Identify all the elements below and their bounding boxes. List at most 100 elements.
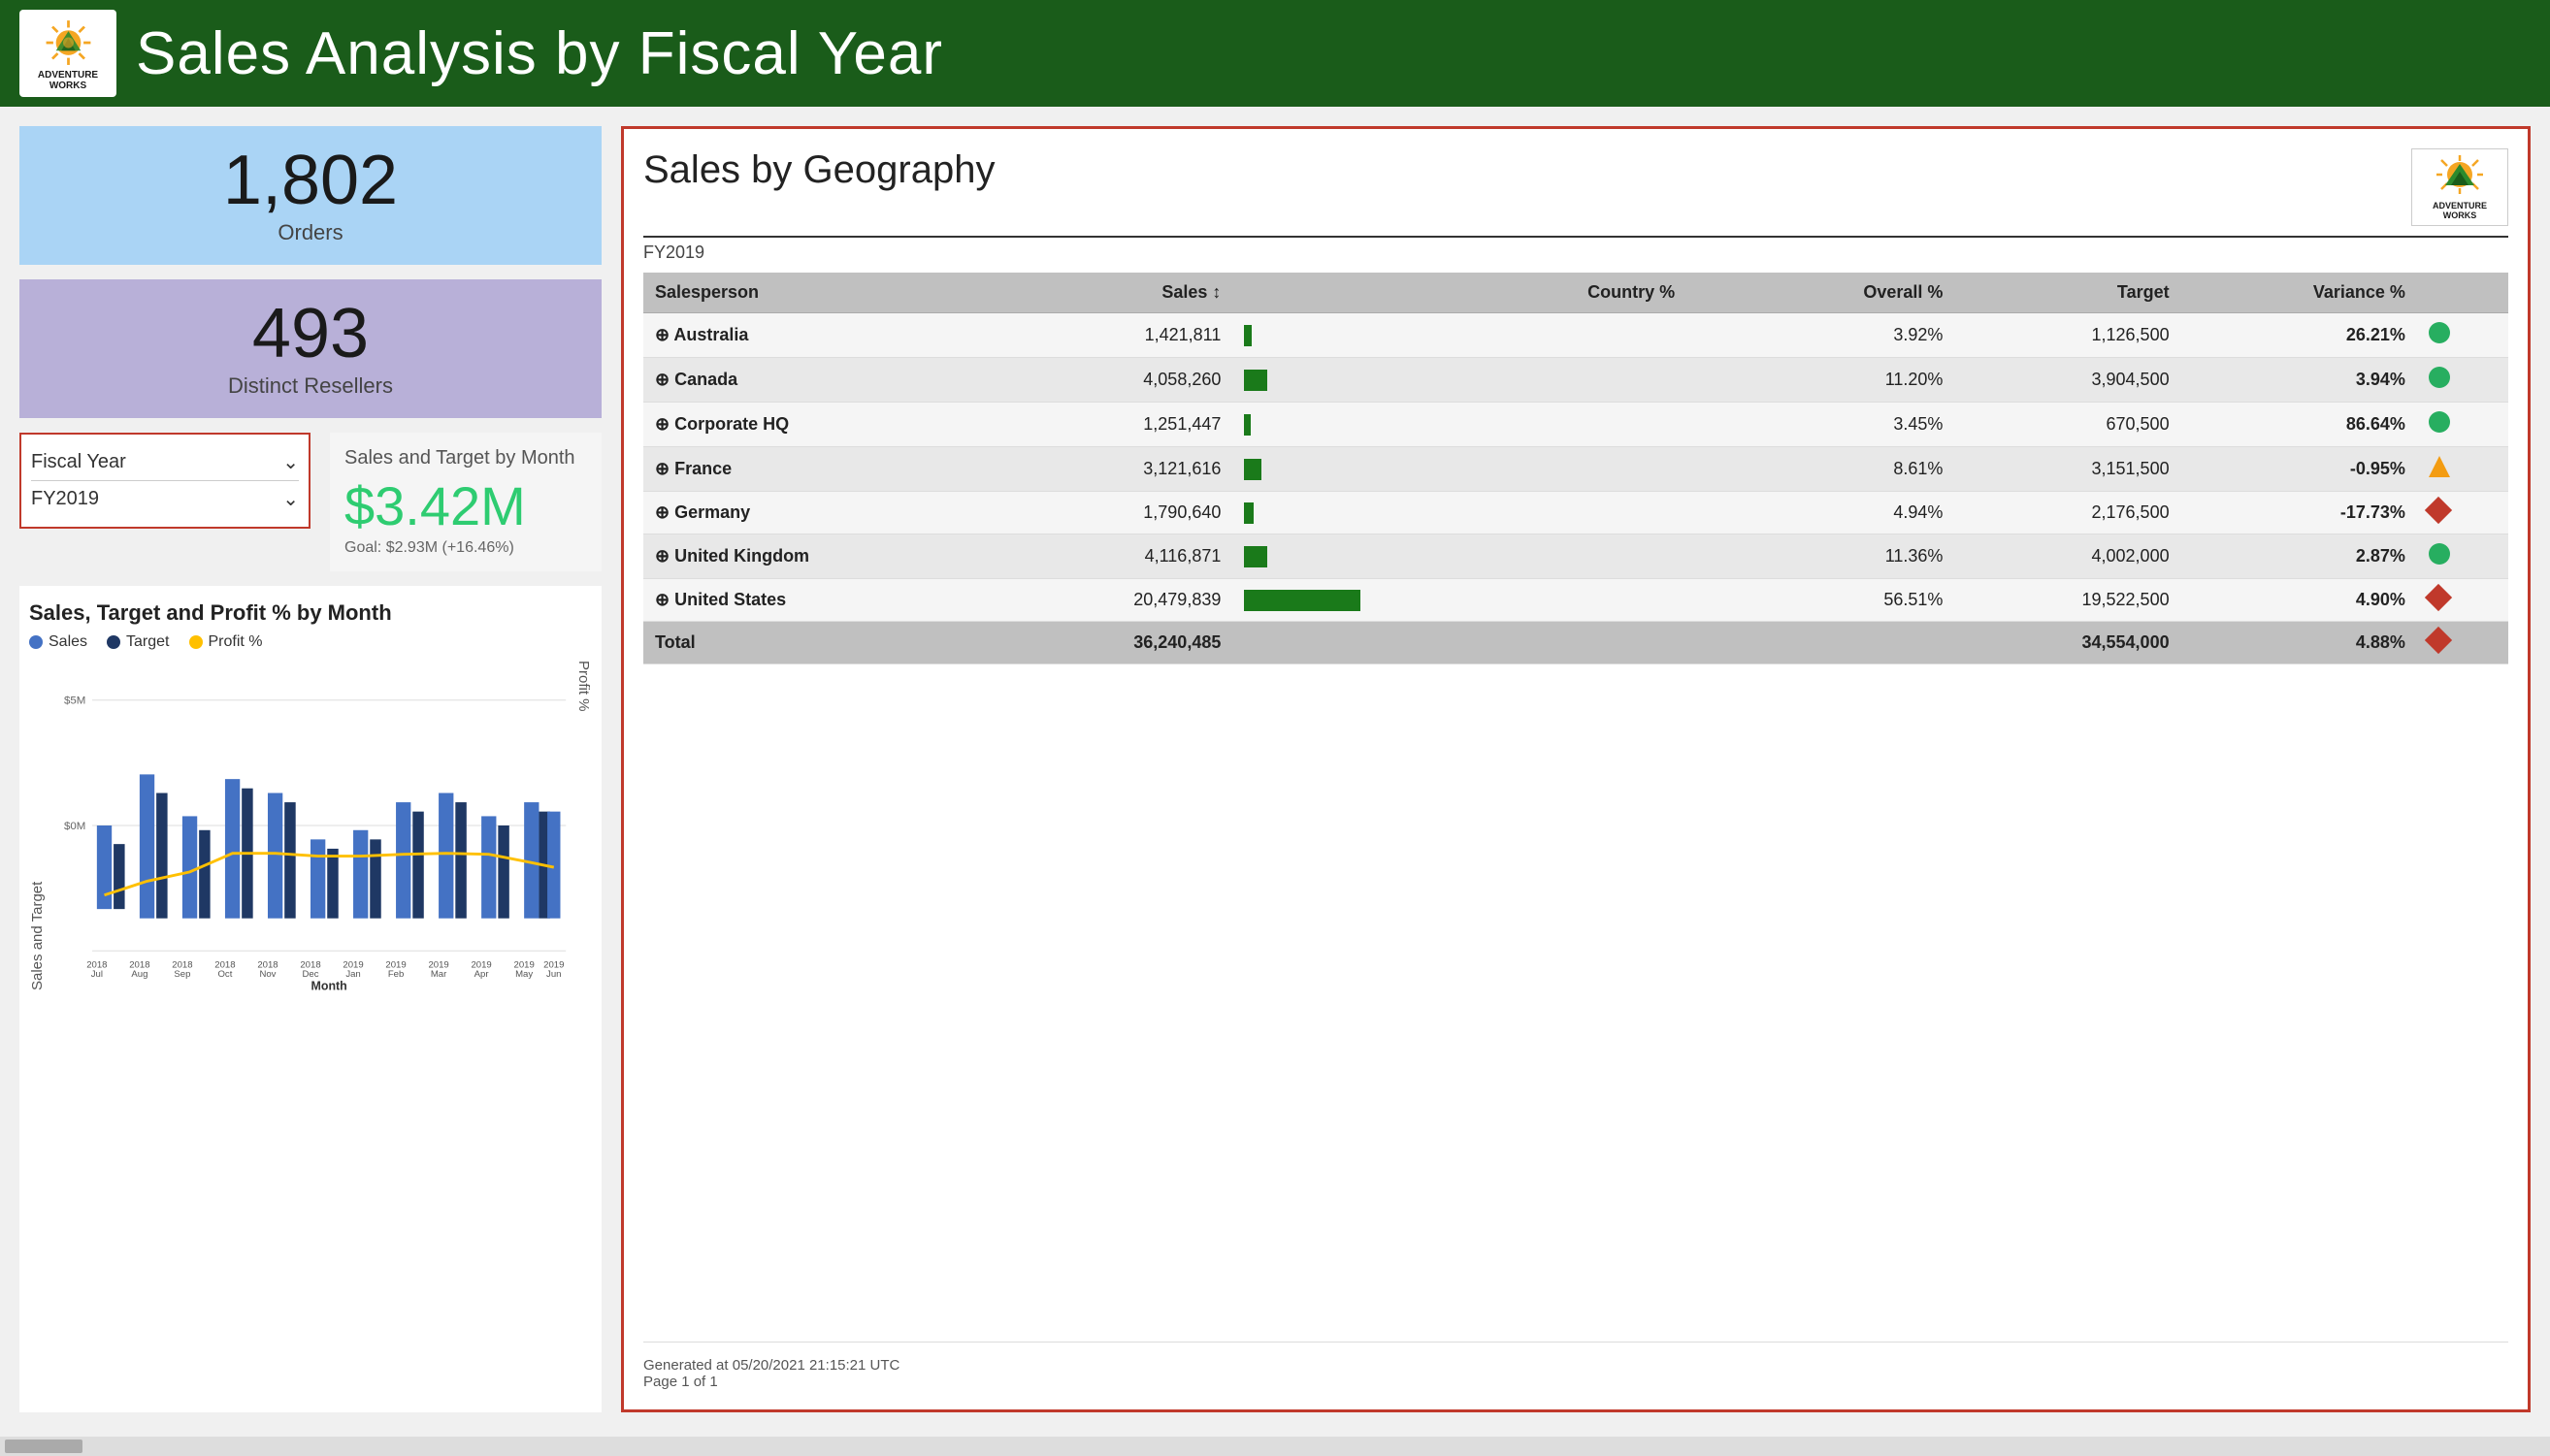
resellers-value: 493 [252,299,369,369]
cell-sales: 1,790,640 [1006,492,1232,534]
cell-salesperson: ⊕ Canada [643,358,1006,403]
table-row: ⊕ Canada 4,058,260 11.20% 3,904,500 3.94… [643,358,2508,403]
horizontal-scrollbar[interactable] [0,1437,2550,1456]
col-status [2417,273,2508,313]
cell-target: 4,002,000 [1954,534,2180,579]
legend-target-dot [107,635,120,649]
cell-status [2417,534,2508,579]
cell-variance: -0.95% [2181,447,2417,492]
status-triangle-icon [2429,456,2450,477]
orders-kpi-card: 1,802 Orders [19,126,602,265]
cell-target: 3,904,500 [1954,358,2180,403]
chart-section: Sales, Target and Profit % by Month Sale… [19,586,602,1412]
svg-text:Nov: Nov [259,969,276,980]
fiscal-year-value[interactable]: FY2019 ⌄ [31,481,299,517]
cell-variance: 2.87% [2181,534,2417,579]
orders-value: 1,802 [223,146,398,215]
adventure-works-logo-icon [42,16,95,70]
fiscal-year-label: Fiscal Year ⌄ [31,444,299,481]
svg-text:Apr: Apr [474,969,490,980]
status-green-icon [2429,322,2450,343]
sales-target-big-value: $3.42M [344,474,526,537]
cell-bar [1232,313,1518,358]
geography-header: Sales by Geography ADVENTUREWORKS [643,148,2508,238]
diamond-red-icon [2425,627,2452,654]
svg-text:May: May [515,969,533,980]
fiscal-year-dropdown[interactable]: Fiscal Year ⌄ FY2019 ⌄ [19,433,311,529]
svg-text:Aug: Aug [131,969,147,980]
cell-status [2417,313,2508,358]
page-title: Sales Analysis by Fiscal Year [136,19,943,88]
footer: Generated at 05/20/2021 21:15:21 UTC Pag… [643,1342,2508,1390]
cell-target: 670,500 [1954,403,2180,447]
total-variance: 4.88% [2181,622,2417,664]
legend-sales: Sales [29,633,87,651]
cell-sales: 20,479,839 [1006,579,1232,622]
geography-table: Salesperson Sales ↕ Country % Overall % … [643,273,2508,664]
total-target: 34,554,000 [1954,622,2180,664]
cell-salesperson: ⊕ Australia [643,313,1006,358]
cell-bar [1232,492,1518,534]
chevron-down-icon-2: ⌄ [282,487,299,511]
table-row: ⊕ Germany 1,790,640 4.94% 2,176,500 -17.… [643,492,2508,534]
cell-overall-pct: 8.61% [1745,447,1955,492]
cell-country-pct [1519,403,1745,447]
col-salesperson: Salesperson [643,273,1006,313]
col-overall-pct: Overall % [1745,273,1955,313]
cell-overall-pct: 56.51% [1745,579,1955,622]
cell-salesperson: ⊕ United States [643,579,1006,622]
cell-overall-pct: 3.92% [1745,313,1955,358]
cell-status [2417,403,2508,447]
geography-subtitle: FY2019 [643,243,2508,263]
total-sales: 36,240,485 [1006,622,1232,664]
svg-text:Oct: Oct [217,969,232,980]
legend-sales-dot [29,635,43,649]
resellers-kpi-card: 493 Distinct Resellers [19,279,602,418]
cell-variance: 86.64% [2181,403,2417,447]
kpi-row: 1,802 Orders [19,126,602,265]
col-sales-bar [1232,273,1518,313]
orders-label: Orders [278,220,343,245]
cell-target: 1,126,500 [1954,313,2180,358]
cell-bar [1232,447,1518,492]
status-green-icon [2429,543,2450,565]
legend-profit-dot [189,635,203,649]
sales-bar [1244,546,1267,567]
sales-target-month-card: Sales and Target by Month $3.42M Goal: $… [330,433,602,571]
geography-title: Sales by Geography [643,148,995,192]
col-sales[interactable]: Sales ↕ [1006,273,1232,313]
table-row: ⊕ United States 20,479,839 56.51% 19,522… [643,579,2508,622]
cell-country-pct [1519,579,1745,622]
cell-status [2417,358,2508,403]
cell-status [2417,492,2508,534]
total-label: Total [643,622,1006,664]
total-country-pct [1519,622,1745,664]
resellers-label: Distinct Resellers [228,373,393,399]
adventure-works-logo-sm: ADVENTUREWORKS [2411,148,2508,226]
logo-text: ADVENTUREWORKS [38,70,98,91]
sales-bar [1244,414,1251,436]
status-green-icon [2429,411,2450,433]
legend-profit: Profit % [189,633,263,651]
kpi-row-2: 493 Distinct Resellers [19,279,602,418]
legend-profit-label: Profit % [209,633,263,651]
status-diamond-icon [2425,497,2452,524]
cell-country-pct [1519,358,1745,403]
col-country-pct: Country % [1519,273,1745,313]
col-target: Target [1954,273,2180,313]
legend-target: Target [107,633,169,651]
sales-target-goal-text: Goal: $2.93M (+16.46%) [344,539,514,557]
right-panel: Sales by Geography ADVENTUREWORKS [621,126,2531,1412]
cell-salesperson: ⊕ Germany [643,492,1006,534]
total-row: Total 36,240,485 34,554,000 4.88% [643,622,2508,664]
geography-title-group: Sales by Geography [643,148,995,192]
svg-text:Jul: Jul [91,969,103,980]
scrollbar-thumb[interactable] [5,1440,82,1453]
cell-variance: -17.73% [2181,492,2417,534]
cell-salesperson: ⊕ France [643,447,1006,492]
cell-bar [1232,358,1518,403]
sales-bar [1244,325,1252,346]
chevron-down-icon: ⌄ [282,450,299,474]
main-content: 1,802 Orders 493 Distinct Resellers Fisc… [0,107,2550,1432]
footer-generated: Generated at 05/20/2021 21:15:21 UTC [643,1357,2508,1374]
